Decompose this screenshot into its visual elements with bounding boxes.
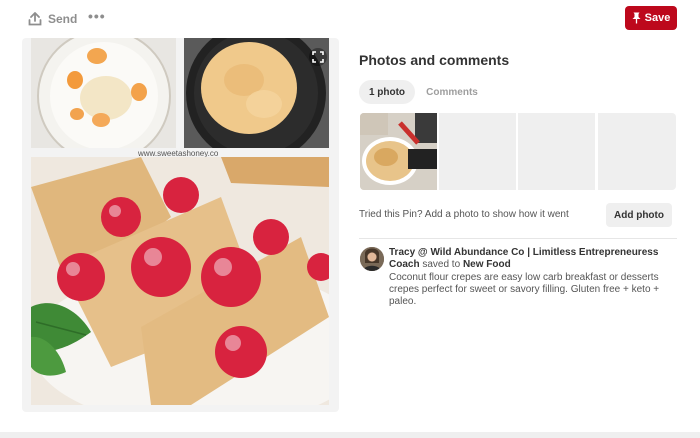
pin-card: Send ••• Save www.sweetashoney.co Photos… [0,0,700,432]
tab-photos[interactable]: 1 photo [359,80,415,104]
pin-image-raspberry-crepes [31,157,329,405]
pin-toolbar: Send ••• Save [0,0,700,38]
saved-to-text: saved to [422,259,461,270]
save-label: Save [644,12,671,24]
save-button[interactable]: Save [625,6,677,30]
send-label: Send [48,12,78,26]
add-photo-button[interactable]: Add photo [606,203,672,227]
pin-image-flour-bowl [31,38,176,148]
empty-photo-slot [518,113,595,190]
more-options-button[interactable]: ••• [88,8,106,24]
avatar[interactable] [360,247,384,271]
board-link[interactable]: New Food [463,259,511,270]
pin-image-crepe-pan [184,38,329,148]
pin-icon [632,12,641,24]
expand-icon[interactable] [309,48,327,66]
divider [359,238,677,239]
upload-icon [28,12,42,26]
photos-and-comments-title: Photos and comments [359,52,510,68]
pin-closeup-page: Send ••• Save www.sweetashoney.co Photos… [0,0,700,438]
tab-comments[interactable]: Comments [419,80,485,104]
tried-photo-thumbnail[interactable] [360,113,437,190]
empty-photo-slot [598,113,676,190]
tried-this-pin-prompt: Tried this Pin? Add a photo to show how … [359,209,569,220]
pin-description: Coconut flour crepes are easy low carb b… [389,272,660,307]
send-button[interactable]: Send [28,10,77,28]
empty-photo-slot [439,113,516,190]
pin-saver-comment: Tracy @ Wild Abundance Co | Limitless En… [389,247,671,308]
